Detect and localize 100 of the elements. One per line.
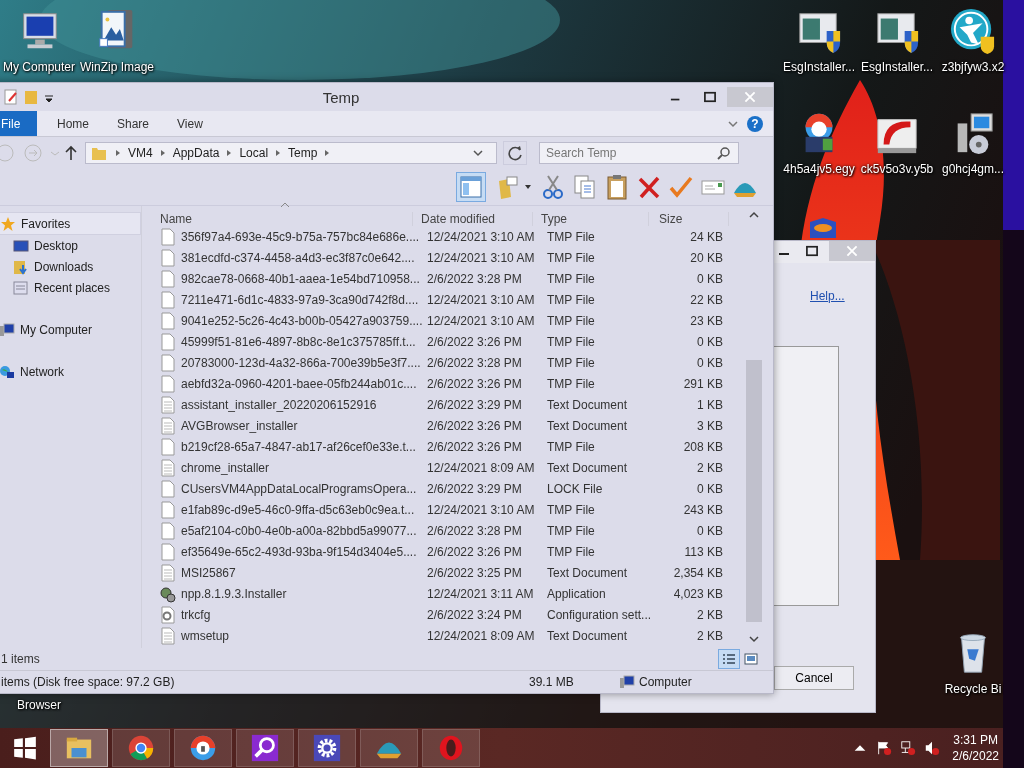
breadcrumb-item[interactable]: VM4 [128,146,153,160]
person-icon[interactable] [950,8,996,54]
nav-item[interactable]: Desktop [0,235,141,256]
file-icon [160,479,176,498]
date-cell-text: 12/24/2021 3:11 AM [426,586,535,601]
breadcrumb-item[interactable]: AppData [172,146,220,160]
type-cell-text: TMP File [546,502,596,517]
file-name[interactable]: assistant_installer_20220206152916 [176,397,421,412]
window-title: Temp [321,88,361,106]
clock[interactable]: 3:31 PM 2/6/2022 [952,732,999,764]
chrome-icon [126,733,156,763]
file-name[interactable]: AVGBrowser_installer [176,418,421,433]
file-name[interactable]: ef35649e-65c2-493d-93ba-9f154d3404e5.... [176,544,421,559]
file-name[interactable]: 982cae78-0668-40b1-aaea-1e54bd710958... [176,271,421,286]
file-name[interactable]: e5af2104-c0b0-4e0b-a00a-82bbd5a99077... [176,523,421,538]
nav-item[interactable]: Recent places [0,277,141,298]
taskbar-app-button[interactable] [112,729,170,767]
settings-file-icon [160,605,176,624]
item-count: 1 items [1,652,40,666]
file-icon [160,353,176,372]
file-name[interactable]: MSI25867 [176,565,421,580]
file-name[interactable]: npp.8.1.9.3.Installer [176,586,421,601]
tiles-view-button[interactable] [741,650,761,668]
size-cell-text: 243 KB [682,502,723,517]
address-bar[interactable]: VM4 AppData Local Temp [85,142,497,164]
column-header[interactable]: Date modified [413,212,533,226]
muted-speaker-icon[interactable] [924,740,941,756]
type-cell-text: Text Document [546,397,629,412]
date-cell-text: 2/6/2022 3:26 PM [426,334,523,349]
preview-pane-icon[interactable] [457,173,485,201]
file-name[interactable]: 356f97a4-693e-45c9-b75a-757bc84e686e.... [176,229,421,244]
desktop-icon-label[interactable]: Browser [17,698,61,712]
nav-item[interactable]: My Computer [0,319,141,340]
chevron-down-icon[interactable] [472,147,484,159]
file-icon [160,437,176,456]
file-name[interactable]: 45999f51-81e6-4897-8b8c-8e1c375785ff.t... [176,334,421,349]
taskbar-app-button[interactable] [236,729,294,767]
size-cell-text: 22 KB [689,292,723,307]
scroll-up-icon[interactable] [748,210,760,220]
date-cell-text: 2/6/2022 3:26 PM [426,544,523,559]
ribbon-tab[interactable]: View [163,111,217,136]
desktop-icon-label[interactable]: WinZip Image [80,60,154,74]
taskbar-app-button[interactable] [174,729,232,767]
file-name[interactable]: CUsersVM4AppDataLocalProgramsOpera... [176,481,421,496]
type-cell-text: Text Document [546,565,629,580]
nav-item[interactable]: Favorites [0,212,141,235]
type-cell-text: TMP File [546,544,596,559]
cancel-button[interactable]: Cancel [774,666,854,690]
windows-start-icon[interactable] [12,735,38,761]
ribbon-tab[interactable]: Home [43,111,103,136]
size-cell-text: 2,354 KB [672,565,723,580]
ribbon-tab[interactable]: File [0,111,37,136]
refresh-icon[interactable] [503,141,527,165]
file-name[interactable]: 7211e471-6d1c-4833-97a9-3ca90d742f8d.... [176,292,421,307]
navigation-arrows-icon[interactable] [0,142,79,164]
search-field[interactable]: Search Temp [539,142,739,164]
flag-icon[interactable] [876,740,893,756]
scrollbar-thumb[interactable] [746,360,762,622]
desktop-icon-label[interactable]: Recycle Bi [944,682,1002,696]
star-icon [0,215,16,232]
nav-item[interactable]: Network [0,361,141,382]
ribbon-tab[interactable]: Share [103,111,164,136]
file-name[interactable]: aebfd32a-0960-4201-baee-05fb244ab01c.... [176,376,421,391]
type-cell-text: TMP File [546,250,596,265]
help-button[interactable]: ? [747,115,763,132]
size-cell-text: 0 KB [696,481,723,496]
size-cell-text: 1 KB [696,397,723,412]
column-header[interactable]: Type [533,212,649,226]
type-cell-text: Text Document [546,628,629,643]
type-cell-text: LOCK File [546,481,604,496]
scroll-down-icon[interactable] [748,634,760,644]
taskbar-app-button[interactable] [298,729,356,767]
size-cell-text: 0 KB [696,523,723,538]
file-name[interactable]: e1fab89c-d9e5-46c0-9ffa-d5c63eb0c9ea.t... [176,502,421,517]
file-name[interactable]: trkcfg [176,607,421,622]
size-cell-text: 24 KB [689,229,723,244]
file-icon [160,332,176,351]
network-icon[interactable] [900,740,917,756]
file-name[interactable]: 9041e252-5c26-4c43-b00b-05427a903759.... [176,313,421,328]
file-name[interactable]: b219cf28-65a7-4847-ab17-af26cef0e33e.t... [176,439,421,454]
file-name[interactable]: wmsetup [176,628,421,643]
status-size: 39.1 MB [529,675,575,689]
desktop-icon-label[interactable]: My Computer [3,60,75,74]
date-cell-text: 2/6/2022 3:26 PM [426,418,523,433]
nav-item[interactable]: Downloads [0,256,141,277]
help-link[interactable]: Help... [810,289,845,303]
downloads-folder-icon [13,258,29,275]
file-name[interactable]: 20783000-123d-4a32-866a-700e39b5e3f7.... [176,355,421,370]
size-cell-text: 2 KB [696,460,723,475]
taskbar-app-button[interactable] [360,729,418,767]
details-view-button[interactable] [719,650,739,668]
breadcrumb-item[interactable]: Temp [288,146,318,160]
column-header[interactable]: Name [152,212,413,226]
file-name[interactable]: chrome_installer [176,460,421,475]
column-header[interactable]: Size [649,212,729,226]
desktop-icon-label[interactable]: EsgInstaller... [860,60,933,74]
desktop-icon-label[interactable]: EsgInstaller... [782,60,855,74]
desktop-icon-label[interactable]: g0hcj4gm... [941,162,1004,176]
file-name[interactable]: 381ecdfd-c374-4458-a4d3-ec3f87c0e642.... [176,250,421,265]
breadcrumb-item[interactable]: Local [239,146,269,160]
